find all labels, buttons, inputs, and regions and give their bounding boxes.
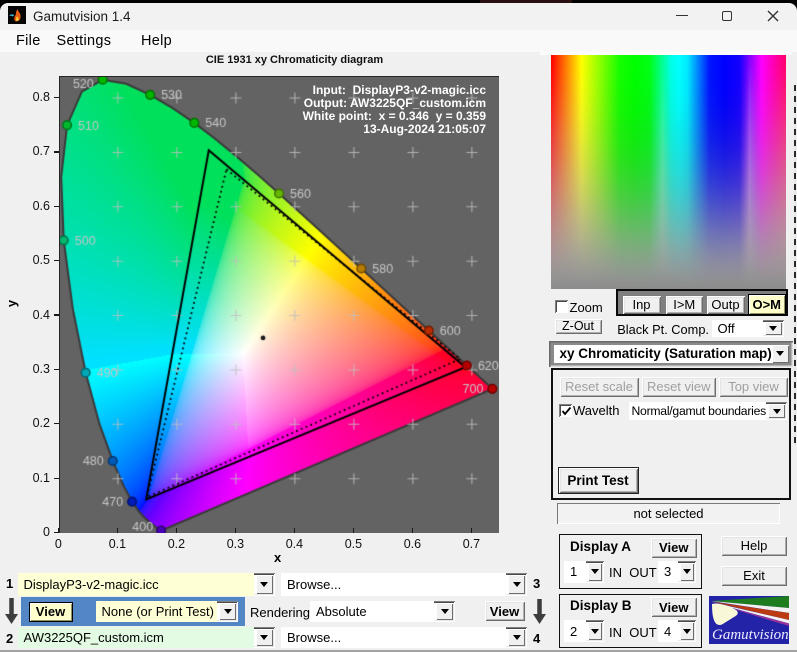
svg-text:Gamutvision: Gamutvision	[712, 627, 789, 643]
